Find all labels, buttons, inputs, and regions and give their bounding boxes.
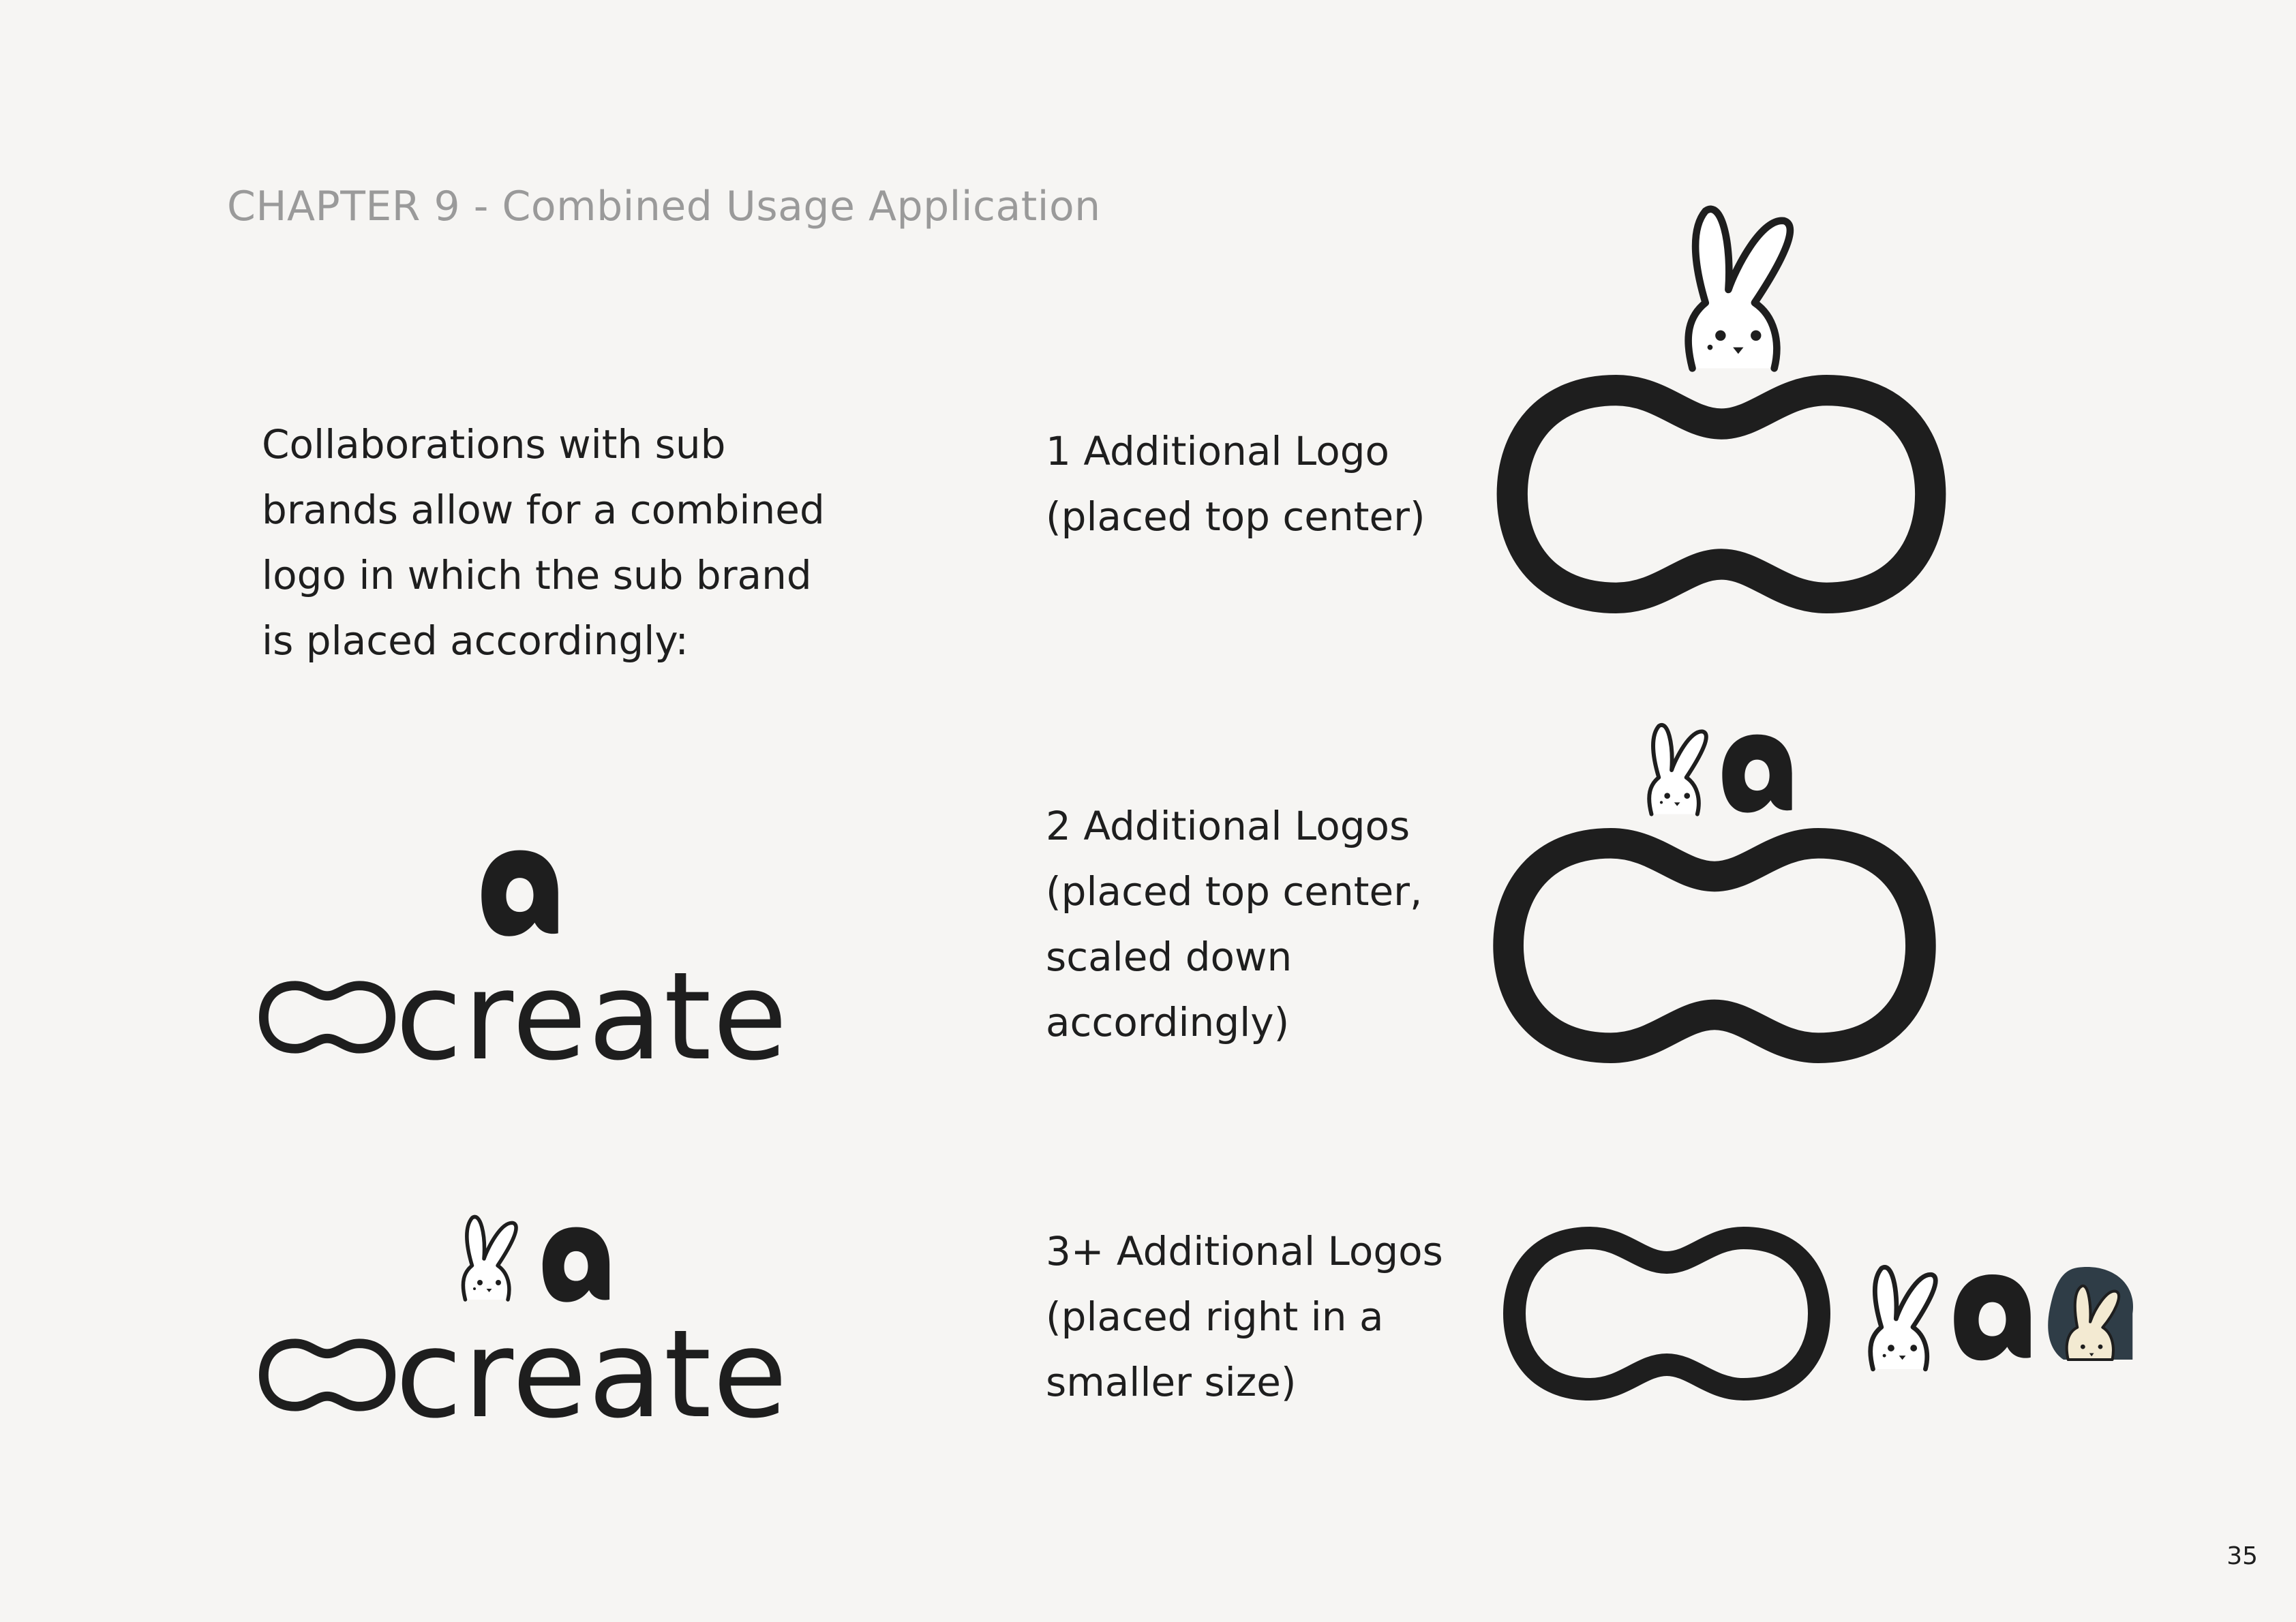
infinity-loop-icon bbox=[259, 978, 395, 1056]
variant-3-line: 3+ Additional Logos bbox=[1046, 1228, 1443, 1274]
infinity-loop-icon bbox=[1496, 375, 1946, 613]
letter-a-icon bbox=[477, 838, 562, 947]
combined-wordmark-a: create bbox=[252, 838, 798, 1087]
wordmark-text: create bbox=[395, 1304, 789, 1445]
variant-3-logo bbox=[1496, 1227, 2151, 1404]
intro-line: logo in which the sub brand bbox=[262, 552, 812, 598]
infinity-loop-icon bbox=[259, 1336, 395, 1414]
wordmark: create bbox=[395, 946, 787, 1087]
variant-2-line: 2 Additional Logos bbox=[1046, 803, 1410, 849]
letter-a-icon bbox=[539, 1223, 614, 1305]
intro-line: brands allow for a combined bbox=[262, 487, 825, 533]
bunny-badge-icon bbox=[2045, 1261, 2137, 1366]
letter-a-icon bbox=[1718, 731, 1796, 816]
variant-1-line: (placed top center) bbox=[1046, 493, 1425, 540]
chapter-title: CHAPTER 9 - Combined Usage Application bbox=[227, 183, 1101, 230]
infinity-loop-icon bbox=[1496, 1227, 1837, 1401]
intro-line: is placed accordingly: bbox=[262, 617, 689, 664]
variant-1-logo bbox=[1496, 204, 1946, 607]
letter-a-icon bbox=[1950, 1268, 2035, 1366]
intro-paragraph: Collaborations with sub brands allow for… bbox=[262, 412, 875, 673]
variant-2-line: (placed top center, bbox=[1046, 868, 1423, 915]
wordmark: create bbox=[395, 1304, 787, 1445]
variant-1-line: 1 Additional Logo bbox=[1046, 428, 1390, 474]
infinity-loop-icon bbox=[1493, 828, 1936, 1063]
variant-2-logo bbox=[1493, 722, 1943, 1063]
bunny-icon bbox=[1636, 722, 1715, 818]
page-number: 35 bbox=[2226, 1542, 2258, 1570]
variant-3-label: 3+ Additional Logos (placed right in a s… bbox=[1046, 1219, 1443, 1415]
variant-2-label: 2 Additional Logos (placed top center, s… bbox=[1046, 793, 1422, 1055]
variant-3-line: smaller size) bbox=[1046, 1359, 1297, 1405]
combined-wordmark-bunny-a: create bbox=[252, 1206, 798, 1445]
variant-1-label: 1 Additional Logo (placed top center) bbox=[1046, 418, 1425, 549]
intro-line: Collaborations with sub bbox=[262, 421, 726, 468]
bunny-icon bbox=[453, 1214, 522, 1303]
bunny-icon bbox=[1660, 204, 1810, 375]
wordmark-text: create bbox=[395, 946, 789, 1087]
bunny-icon bbox=[1858, 1264, 1943, 1373]
variant-3-line: (placed right in a bbox=[1046, 1294, 1384, 1340]
variant-2-line: accordingly) bbox=[1046, 999, 1290, 1045]
variant-2-line: scaled down bbox=[1046, 934, 1293, 980]
